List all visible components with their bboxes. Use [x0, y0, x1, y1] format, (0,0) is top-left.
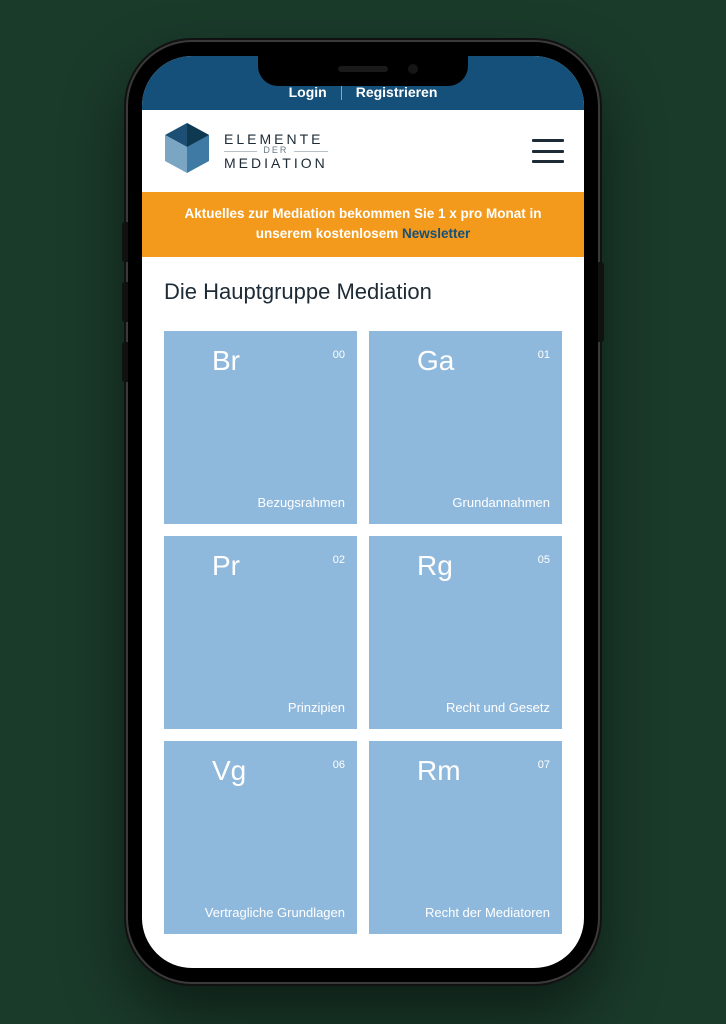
register-link[interactable]: Registrieren: [342, 84, 452, 100]
tile-vg[interactable]: Vg 06 Vertragliche Grundla­gen: [164, 741, 357, 934]
tile-rm[interactable]: Rm 07 Recht der Mediatoren: [369, 741, 562, 934]
newsletter-banner: Aktuelles zur Mediation bekommen Sie 1 x…: [142, 192, 584, 257]
tile-label: Recht der Mediatoren: [381, 905, 550, 921]
brand-line2: MEDIATION: [224, 156, 328, 171]
app-root: Login Registrieren: [142, 56, 584, 968]
tile-ga[interactable]: Ga 01 Grundannahmen: [369, 331, 562, 524]
tile-symbol: Br: [176, 345, 240, 377]
tile-label: Grundannahmen: [381, 495, 550, 511]
tile-symbol: Rm: [381, 755, 461, 787]
tile-symbol: Rg: [381, 550, 453, 582]
tile-number: 06: [333, 755, 345, 771]
tile-grid: Br 00 Bezugsrahmen Ga 01 Grundannahmen: [164, 331, 562, 934]
tile-label: Recht und Gesetz: [381, 700, 550, 716]
brand-bar: ELEMENTE DER MEDIATION: [142, 110, 584, 192]
phone-notch: [258, 56, 468, 86]
brand-logo[interactable]: ELEMENTE DER MEDIATION: [162, 121, 328, 182]
cube-logo-icon: [162, 121, 212, 182]
tile-symbol: Vg: [176, 755, 246, 787]
tile-number: 07: [538, 755, 550, 771]
tile-number: 00: [333, 345, 345, 361]
tile-rg[interactable]: Rg 05 Recht und Gesetz: [369, 536, 562, 729]
page-title: Die Hauptgruppe Mediation: [164, 279, 562, 305]
menu-icon[interactable]: [532, 139, 564, 163]
brand-wordmark: ELEMENTE DER MEDIATION: [224, 132, 328, 171]
brand-line1: ELEMENTE: [224, 132, 328, 147]
tile-symbol: Pr: [176, 550, 240, 582]
main-content: Die Hauptgruppe Mediation Br 00 Bezugsra…: [142, 257, 584, 969]
tile-label: Bezugsrahmen: [176, 495, 345, 511]
banner-text: Aktuelles zur Mediation bekommen Sie 1 x…: [184, 206, 541, 241]
tile-pr[interactable]: Pr 02 Prinzipien: [164, 536, 357, 729]
tile-number: 01: [538, 345, 550, 361]
tile-symbol: Ga: [381, 345, 454, 377]
tile-number: 02: [333, 550, 345, 566]
phone-screen: Login Registrieren: [142, 56, 584, 968]
tile-label: Vertragliche Grundla­gen: [176, 905, 345, 921]
login-link[interactable]: Login: [275, 84, 341, 100]
tile-label: Prinzipien: [176, 700, 345, 716]
phone-frame: Login Registrieren: [128, 42, 598, 982]
tile-number: 05: [538, 550, 550, 566]
tile-br[interactable]: Br 00 Bezugsrahmen: [164, 331, 357, 524]
newsletter-link[interactable]: Newsletter: [402, 226, 470, 241]
